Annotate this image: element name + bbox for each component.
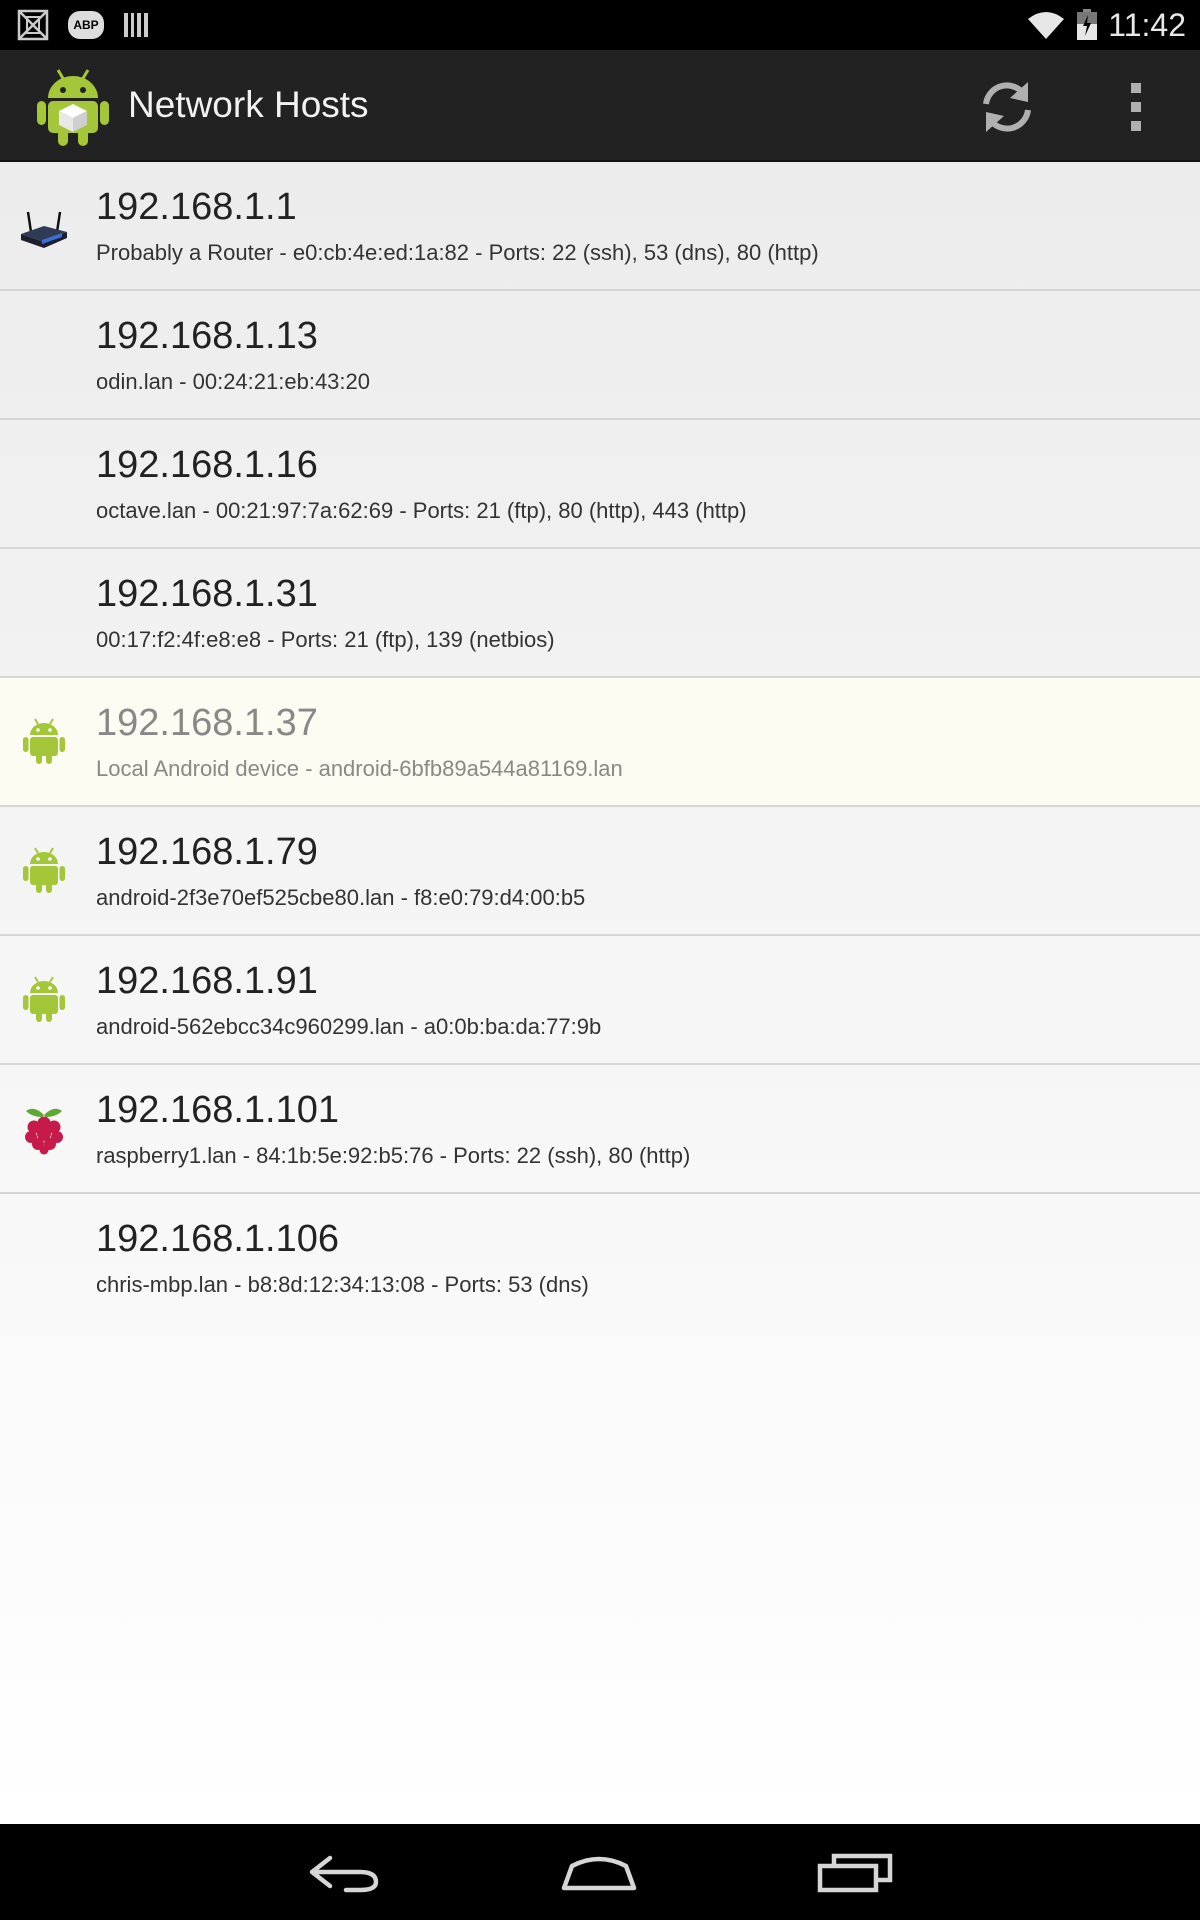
page-title: Network Hosts: [128, 84, 369, 125]
host-detail: octave.lan - 00:21:97:7a:62:69 - Ports: …: [96, 498, 747, 523]
host-ip: 192.168.1.1: [96, 186, 297, 228]
host-ip: 192.168.1.13: [96, 315, 318, 357]
navigation-bar: [0, 1824, 1200, 1920]
overflow-dot: [1131, 102, 1141, 112]
android-icon: [23, 976, 65, 1022]
barcode-icon: [124, 13, 148, 37]
host-detail: chris-mbp.lan - b8:8d:12:34:13:08 - Port…: [96, 1272, 589, 1297]
host-row[interactable]: 192.168.1.101 raspberry1.lan - 84:1b:5e:…: [0, 1065, 1200, 1194]
battery-icon: [1077, 9, 1098, 40]
adblock-plus-icon: ABP: [68, 11, 104, 39]
no-sim-icon: [17, 9, 49, 41]
status-bar: ABP 11:42: [0, 0, 1200, 50]
host-row[interactable]: 192.168.1.1 Probably a Router - e0:cb:4e…: [0, 162, 1200, 291]
overflow-menu-icon[interactable]: [1110, 76, 1162, 138]
host-row[interactable]: 192.168.1.91 android-562ebcc34c960299.la…: [0, 936, 1200, 1065]
router-icon: [21, 211, 67, 248]
android-icon: [23, 718, 65, 764]
host-row[interactable]: 192.168.1.31 00:17:f2:4f:e8:e8 - Ports: …: [0, 549, 1200, 678]
host-detail: raspberry1.lan - 84:1b:5e:92:b5:76 - Por…: [96, 1143, 691, 1168]
clock: 11:42: [1108, 6, 1186, 43]
overflow-dot: [1131, 83, 1141, 93]
host-ip: 192.168.1.37: [96, 702, 318, 744]
refresh-icon[interactable]: [976, 76, 1038, 138]
host-list: 192.168.1.1 Probably a Router - e0:cb:4e…: [0, 162, 1200, 1824]
back-icon[interactable]: [298, 1842, 388, 1902]
host-detail: 00:17:f2:4f:e8:e8 - Ports: 21 (ftp), 139…: [96, 627, 555, 652]
host-ip: 192.168.1.79: [96, 831, 318, 873]
host-ip: 192.168.1.106: [96, 1218, 340, 1260]
host-detail: android-562ebcc34c960299.lan - a0:0b:ba:…: [96, 1014, 602, 1039]
android-app-icon[interactable]: [34, 62, 112, 148]
raspberry-pi-icon: [25, 1108, 63, 1155]
host-ip: 192.168.1.91: [96, 960, 318, 1002]
host-row[interactable]: 192.168.1.16 octave.lan - 00:21:97:7a:62…: [0, 420, 1200, 549]
overflow-dot: [1131, 121, 1141, 131]
host-ip: 192.168.1.31: [96, 573, 318, 615]
wifi-icon: [1028, 12, 1065, 39]
host-ip: 192.168.1.101: [96, 1089, 340, 1131]
host-detail: Local Android device - android-6bfb89a54…: [96, 756, 623, 781]
recents-icon[interactable]: [812, 1842, 902, 1902]
host-row-local-device[interactable]: 192.168.1.37 Local Android device - andr…: [0, 678, 1200, 807]
host-row[interactable]: 192.168.1.13 odin.lan - 00:24:21:eb:43:2…: [0, 291, 1200, 420]
home-icon[interactable]: [554, 1842, 644, 1902]
action-bar: Network Hosts: [0, 50, 1200, 162]
host-detail: Probably a Router - e0:cb:4e:ed:1a:82 - …: [96, 240, 819, 265]
status-system: 11:42: [1026, 0, 1186, 50]
host-detail: android-2f3e70ef525cbe80.lan - f8:e0:79:…: [96, 885, 586, 910]
host-row[interactable]: 192.168.1.79 android-2f3e70ef525cbe80.la…: [0, 807, 1200, 936]
host-detail: odin.lan - 00:24:21:eb:43:20: [96, 369, 371, 394]
host-ip: 192.168.1.16: [96, 444, 318, 486]
status-notifications: ABP: [16, 6, 150, 44]
android-icon: [23, 847, 65, 893]
host-row[interactable]: 192.168.1.106 chris-mbp.lan - b8:8d:12:3…: [0, 1194, 1200, 1323]
